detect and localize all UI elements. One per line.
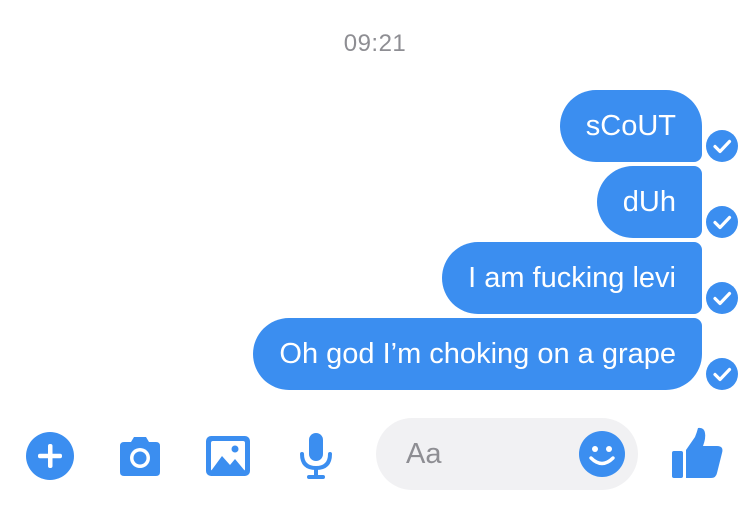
message-bubble[interactable]: I am fucking levi [442, 242, 702, 314]
plus-icon[interactable] [24, 430, 76, 482]
sent-check-icon [706, 206, 738, 238]
message-text: sCoUT [585, 110, 676, 142]
image-icon[interactable] [202, 430, 254, 482]
message-text: dUh [622, 186, 676, 218]
message-bubble[interactable]: Oh god I’m choking on a grape [253, 318, 702, 390]
camera-icon[interactable] [114, 430, 166, 482]
sent-check-icon [706, 358, 738, 390]
message-input[interactable] [406, 432, 566, 476]
sent-check-icon [706, 282, 738, 314]
message-timestamp: 09:21 [343, 30, 407, 57]
thumbs-up-icon[interactable] [668, 424, 728, 484]
message-text: Oh god I’m choking on a grape [279, 338, 676, 370]
message-bubble[interactable]: sCoUT [559, 90, 702, 162]
message-text: I am fucking levi [468, 262, 676, 294]
sent-check-icon [706, 130, 738, 162]
message-compose-box[interactable] [376, 418, 638, 490]
microphone-icon[interactable] [290, 430, 342, 482]
smiley-icon[interactable] [578, 430, 626, 478]
message-bubble[interactable]: dUh [596, 166, 702, 238]
